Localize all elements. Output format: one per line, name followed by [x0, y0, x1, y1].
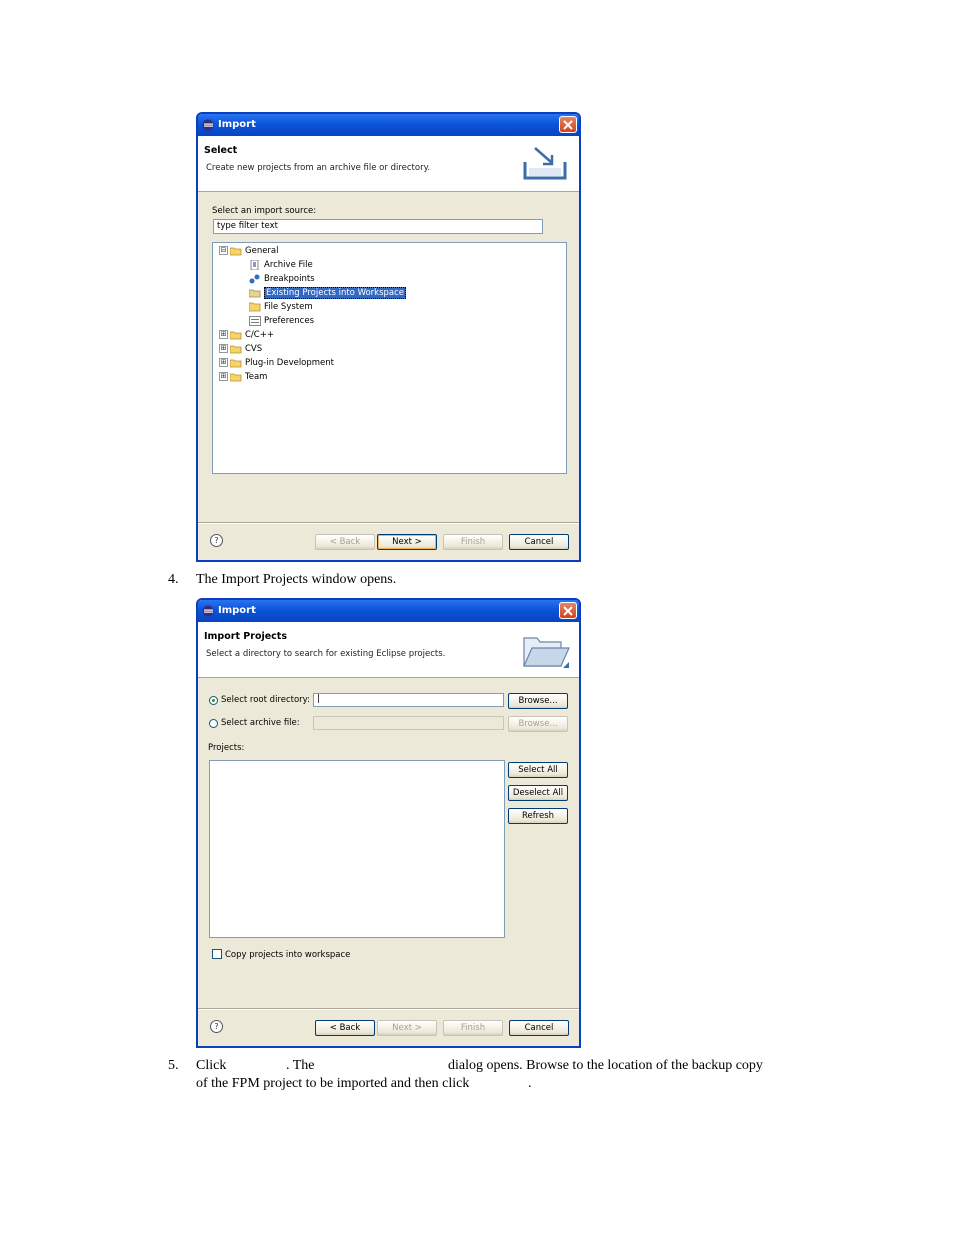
finish-button[interactable]: Finish [443, 1020, 503, 1036]
folder-open-icon [230, 359, 242, 367]
copy-projects-label: Copy projects into workspace [225, 950, 351, 960]
step-5-text: dialog opens. Browse to the location of … [448, 1058, 763, 1073]
step-5-end: . [528, 1076, 532, 1091]
step-5-the: . The [286, 1058, 315, 1073]
browse-root-button[interactable]: Browse... [508, 693, 568, 709]
tree-item-archive-file[interactable]: Archive File [249, 259, 313, 272]
folder-icon [249, 302, 261, 311]
expand-icon[interactable]: ⊞ [219, 330, 228, 339]
tree-item-preferences[interactable]: Preferences [249, 315, 314, 328]
tree-item-label: Preferences [264, 316, 314, 326]
close-icon [563, 606, 573, 616]
select-all-button[interactable]: Select All [508, 762, 568, 778]
import-source-tree[interactable]: ⊟ General Archive File Breakpoints Existi… [212, 242, 567, 474]
close-button[interactable] [559, 602, 577, 619]
banner-title: Select [204, 145, 238, 156]
root-directory-radio[interactable] [209, 696, 218, 705]
archive-file-icon [250, 259, 259, 270]
folder-open-icon [230, 345, 242, 353]
tree-item-general[interactable]: ⊟ General [219, 245, 279, 258]
import-select-dialog: Import Select Create new projects from a… [196, 112, 581, 562]
eclipse-icon [202, 605, 214, 617]
title-bar[interactable]: Import [198, 600, 579, 622]
back-button[interactable]: < Back [315, 534, 375, 550]
import-wizard-icon [523, 147, 567, 180]
tree-item-label: Existing Projects into Workspace [264, 287, 407, 299]
tree-item-breakpoints[interactable]: Breakpoints [249, 273, 315, 286]
dialog-title: Import [218, 605, 256, 616]
banner-description: Select a directory to search for existin… [206, 649, 446, 659]
projects-list[interactable] [209, 760, 505, 938]
help-icon[interactable]: ? [210, 534, 223, 547]
tree-item-label: General [245, 246, 279, 256]
tree-item-cpp[interactable]: ⊞ C/C++ [219, 329, 274, 342]
tree-item-label: Team [245, 372, 268, 382]
tree-item-label: CVS [245, 344, 263, 354]
tree-item-file-system[interactable]: File System [249, 301, 313, 314]
tree-item-label: File System [264, 302, 313, 312]
cancel-button[interactable]: Cancel [509, 1020, 569, 1036]
cancel-button[interactable]: Cancel [509, 534, 569, 550]
root-directory-label: Select root directory: [221, 695, 310, 705]
import-projects-dialog: Import Import Projects Select a director… [196, 598, 581, 1048]
wizard-banner: Import Projects Select a directory to se… [198, 622, 579, 678]
archive-file-label: Select archive file: [221, 718, 300, 728]
expand-icon[interactable]: ⊞ [219, 344, 228, 353]
help-icon[interactable]: ? [210, 1020, 223, 1033]
tree-item-label: Plug-in Development [245, 358, 335, 368]
refresh-button[interactable]: Refresh [508, 808, 568, 824]
copy-projects-checkbox[interactable] [212, 949, 222, 959]
archive-file-radio[interactable] [209, 719, 218, 728]
banner-description: Create new projects from an archive file… [206, 163, 431, 173]
tree-item-label: C/C++ [245, 330, 274, 340]
title-bar[interactable]: Import [198, 114, 579, 136]
back-button[interactable]: < Back [315, 1020, 375, 1036]
tree-item-label: Archive File [264, 260, 313, 270]
tree-item-plugin-development[interactable]: ⊞ Plug-in Development [219, 357, 334, 370]
dialog-title: Import [218, 119, 256, 130]
next-button[interactable]: Next > [377, 1020, 437, 1036]
button-bar-separator [198, 1008, 579, 1010]
close-button[interactable] [559, 116, 577, 133]
tree-item-existing-projects[interactable]: Existing Projects into Workspace [249, 287, 407, 300]
close-icon [563, 120, 573, 130]
root-directory-input[interactable]: | [313, 693, 504, 707]
step-5-number: 5. [168, 1058, 179, 1073]
deselect-all-button[interactable]: Deselect All [508, 785, 568, 801]
finish-button[interactable]: Finish [443, 534, 503, 550]
folder-open-icon [230, 331, 242, 339]
folder-open-icon [230, 247, 242, 255]
expand-icon[interactable]: ⊞ [219, 372, 228, 381]
folder-open-icon [230, 373, 242, 381]
source-label: Select an import source: [212, 206, 317, 216]
archive-file-input[interactable] [313, 716, 504, 730]
preferences-icon [249, 315, 261, 326]
step-5-line-2: of the FPM project to be imported and th… [196, 1076, 470, 1091]
step-4-text: The Import Projects window opens. [196, 572, 397, 587]
tree-item-cvs[interactable]: ⊞ CVS [219, 343, 262, 356]
eclipse-icon [202, 119, 214, 131]
browse-archive-button[interactable]: Browse... [508, 716, 568, 732]
collapse-icon[interactable]: ⊟ [219, 246, 228, 255]
projects-icon [249, 289, 261, 297]
tree-item-label: Breakpoints [264, 274, 315, 284]
banner-title: Import Projects [204, 631, 287, 642]
next-button[interactable]: Next > [377, 534, 437, 550]
breakpoints-icon [249, 274, 260, 283]
step-4-number: 4. [168, 572, 179, 587]
folder-wizard-icon [523, 637, 570, 668]
tree-item-team[interactable]: ⊞ Team [219, 371, 267, 384]
wizard-banner: Select Create new projects from an archi… [198, 136, 579, 192]
expand-icon[interactable]: ⊞ [219, 358, 228, 367]
projects-label: Projects: [208, 743, 245, 753]
step-5-click: Click [196, 1058, 227, 1073]
filter-input[interactable]: type filter text [213, 219, 543, 234]
button-bar-separator [198, 522, 579, 524]
